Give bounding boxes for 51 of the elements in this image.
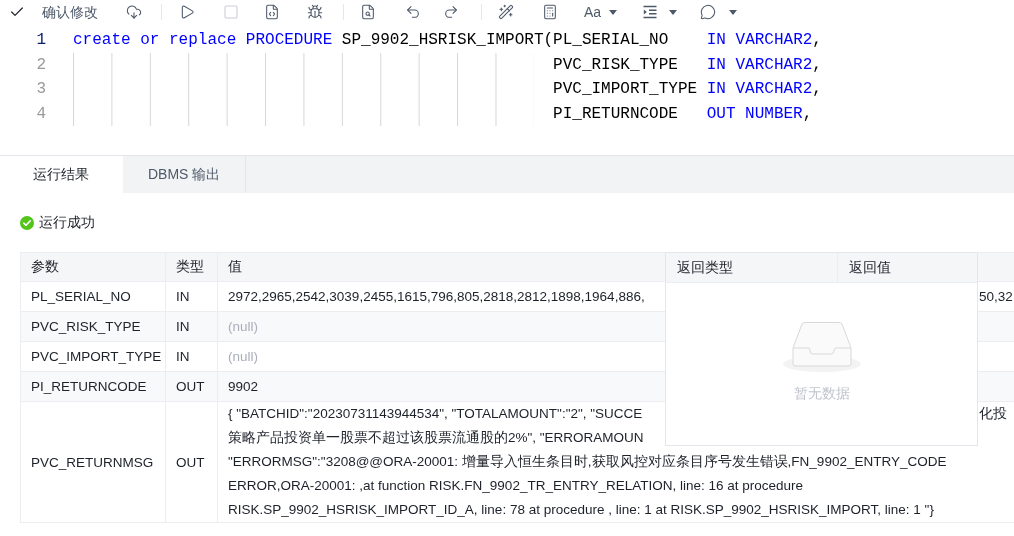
caret-icon xyxy=(609,9,618,15)
confirm-changes-button[interactable]: 确认修改 xyxy=(9,2,98,22)
line-number: 3 xyxy=(36,79,46,100)
param-mode: OUT xyxy=(176,454,205,470)
result-tab[interactable]: DBMS 输出 xyxy=(123,156,247,193)
param-value: (null) xyxy=(228,318,258,336)
file-code-icon[interactable] xyxy=(264,4,280,20)
status-text: 运行成功 xyxy=(39,214,95,232)
param-name: PI_RETURNCODE xyxy=(31,379,147,394)
play-icon[interactable] xyxy=(179,4,195,20)
magic-wand-icon[interactable] xyxy=(498,4,514,20)
param-value: 策略产品投资单一股票不超过该股票流通股的2%", "ERRORAMOUN xyxy=(228,429,644,447)
param-name: PL_SERIAL_NO xyxy=(31,289,131,304)
param-name: PVC_IMPORT_TYPE xyxy=(31,349,162,364)
line-number: 2 xyxy=(36,54,46,76)
cloud-download-icon[interactable] xyxy=(126,4,142,20)
param-value: { "BATCHID":"20230731143944534", "TOTALAMOUNT":"2", "SUCCE xyxy=(228,405,643,423)
calculator-icon[interactable] xyxy=(542,4,558,20)
caret-icon[interactable] xyxy=(669,9,678,15)
empty-state-text: 暂无数据 xyxy=(793,385,850,403)
indent-icon[interactable] xyxy=(642,4,659,20)
param-value: "ERRORMSG":"3208@@ORA-20001: 增量导入恒生条目时,获取风控对应条目序号发生错误,FN_9902_ENTRY_CODE ERROR,ORA-20001: ,at function RISK.FN_9902_TR_ENTRY_RELATION, line: 16 at procedure RISK.SP_9902_HSRISK_IMPORT_ID_A, line: 78 at procedure , line: 1 at RISK.SP_9902_HSRISK_IMPORT, line: 1 "} xyxy=(228,453,947,519)
column-header: 返回类型 xyxy=(677,258,733,277)
undo-icon[interactable] xyxy=(405,4,421,20)
empty-inbox-icon xyxy=(782,322,861,372)
chat-bubble-icon[interactable] xyxy=(700,4,717,20)
file-search-icon[interactable] xyxy=(360,4,376,20)
success-icon xyxy=(20,216,34,230)
param-mode: IN xyxy=(176,319,190,334)
result-tab[interactable]: 运行结果 xyxy=(0,156,123,193)
line-number: 4 xyxy=(36,103,46,125)
param-value: (null) xyxy=(228,348,258,366)
redo-icon[interactable] xyxy=(443,4,459,20)
param-mode: IN xyxy=(176,289,190,304)
line-number: 1 xyxy=(36,30,46,51)
font-menu-button[interactable]: Aa xyxy=(584,2,618,22)
column-header: 参数 xyxy=(31,258,59,276)
param-mode: OUT xyxy=(176,379,205,394)
param-name: PVC_RETURNMSG xyxy=(31,454,154,470)
param-value: 2972,2965,2542,3039,2455,1615,796,805,2818,2812,1898,1964,886, xyxy=(228,288,645,306)
caret-icon[interactable] xyxy=(729,9,738,15)
code-line: create or replace PROCEDURE SP_9902_HSRISK_IMPORT(PL_SERIAL_NO IN VARCHAR2, xyxy=(73,30,822,51)
bug-icon[interactable] xyxy=(307,4,323,20)
param-name: PVC_RISK_TYPE xyxy=(31,319,141,334)
column-header: 返回值 xyxy=(849,258,891,277)
column-header: 类型 xyxy=(176,258,204,276)
param-value: 9902 xyxy=(228,378,259,396)
param-value: 化投 xyxy=(978,405,1007,423)
param-mode: IN xyxy=(176,349,190,364)
param-value: 50,32 xyxy=(978,288,1013,306)
column-header: 值 xyxy=(228,258,242,276)
